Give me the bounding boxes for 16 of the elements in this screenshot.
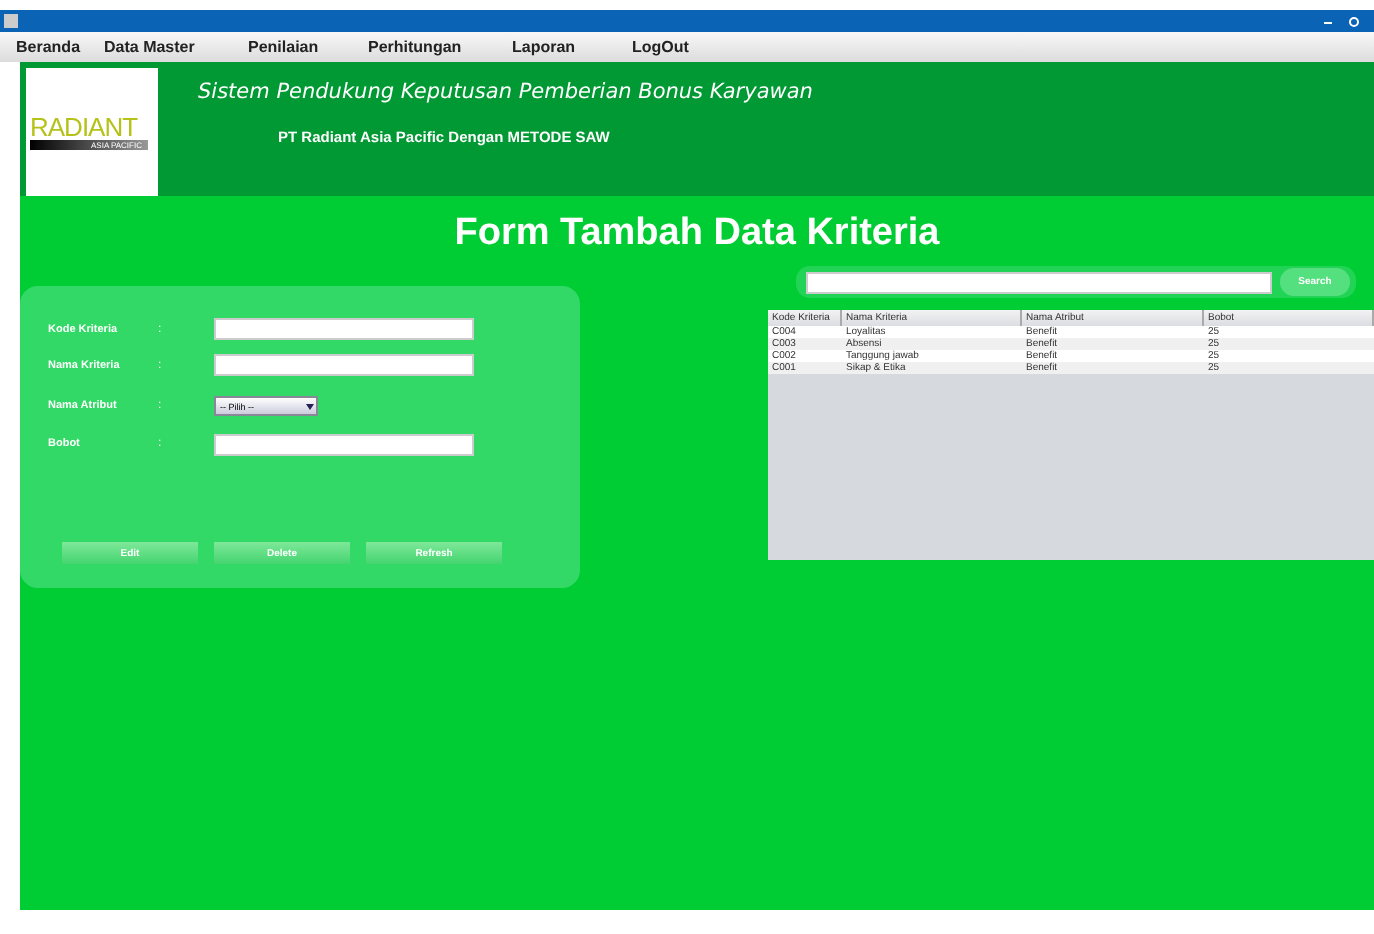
menu-item[interactable]: Laporan (502, 38, 622, 56)
app-title: Sistem Pendukung Keputusan Pemberian Bonus Karyawan (198, 80, 813, 104)
window-controls-icon[interactable] (1322, 15, 1362, 27)
input-field[interactable] (214, 433, 474, 455)
page-title: Form Tambah Data Kriteria (452, 212, 942, 256)
input-field[interactable] (214, 354, 474, 376)
menu-item[interactable]: Data Master (94, 38, 238, 56)
app-icon (4, 14, 18, 28)
search-field[interactable] (806, 271, 1272, 293)
menu-item[interactable]: LogOut (622, 38, 742, 56)
menu-item[interactable]: Penilaian (238, 38, 358, 56)
logo-text: RADIANT (30, 114, 140, 140)
caret-icon (304, 398, 316, 414)
input-field[interactable] (214, 318, 474, 340)
menu-item[interactable]: Beranda (6, 38, 94, 56)
menu-item[interactable]: Perhitungan (358, 38, 502, 56)
